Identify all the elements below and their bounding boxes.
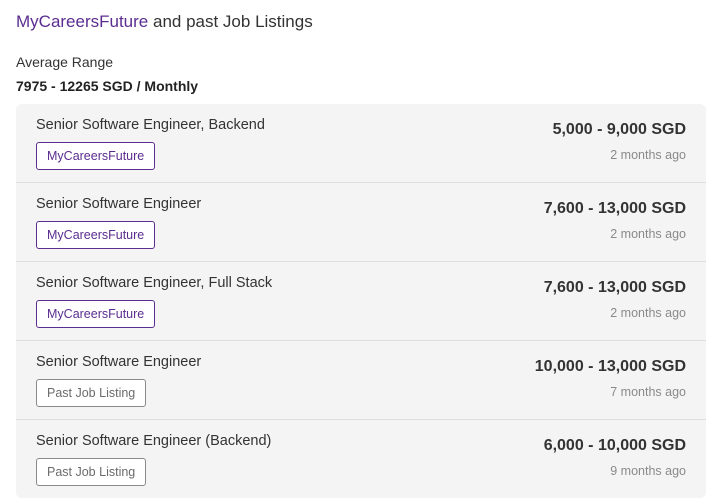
source-tag-mycareersfuture[interactable]: MyCareersFuture <box>36 221 156 249</box>
section-title: MyCareersFuture and past Job Listings <box>16 0 706 34</box>
job-listings-panel: MyCareersFuture and past Job Listings Av… <box>16 0 706 498</box>
brand-name: MyCareersFuture <box>16 12 149 31</box>
listing-row[interactable]: Senior Software Engineer, Backend MyCare… <box>16 104 706 183</box>
listing-row[interactable]: Senior Software Engineer MyCareersFuture… <box>16 183 706 262</box>
listing-list: Senior Software Engineer, Backend MyCare… <box>16 104 706 498</box>
average-range-label: Average Range <box>16 54 114 70</box>
listing-salary: 5,000 - 9,000 SGD <box>552 121 686 138</box>
listing-salary: 7,600 - 13,000 SGD <box>543 200 686 217</box>
average-range-value: 7975 - 12265 SGD / Monthly <box>16 78 199 94</box>
source-tag-past-listing[interactable]: Past Job Listing <box>36 379 147 407</box>
listing-row[interactable]: Senior Software Engineer Past Job Listin… <box>16 341 706 420</box>
section-title-rest: and past Job Listings <box>148 12 313 31</box>
listing-posted-time: 2 months ago <box>610 148 686 162</box>
listing-row[interactable]: Senior Software Engineer (Backend) Past … <box>16 420 706 498</box>
listing-title[interactable]: Senior Software Engineer (Backend) <box>36 431 271 451</box>
listing-title[interactable]: Senior Software Engineer, Full Stack <box>36 273 272 293</box>
listing-salary: 6,000 - 10,000 SGD <box>543 437 686 454</box>
listing-posted-time: 9 months ago <box>610 464 686 478</box>
listing-title[interactable]: Senior Software Engineer, Backend <box>36 115 265 135</box>
listing-posted-time: 2 months ago <box>610 306 686 320</box>
listing-posted-time: 7 months ago <box>610 385 686 399</box>
listing-title[interactable]: Senior Software Engineer <box>36 352 201 372</box>
listing-salary: 10,000 - 13,000 SGD <box>534 358 686 375</box>
listing-title[interactable]: Senior Software Engineer <box>36 194 201 214</box>
source-tag-past-listing[interactable]: Past Job Listing <box>36 458 147 486</box>
listing-posted-time: 2 months ago <box>610 227 686 241</box>
listing-salary: 7,600 - 13,000 SGD <box>543 279 686 296</box>
listing-row[interactable]: Senior Software Engineer, Full Stack MyC… <box>16 262 706 341</box>
source-tag-mycareersfuture[interactable]: MyCareersFuture <box>36 142 156 170</box>
source-tag-mycareersfuture[interactable]: MyCareersFuture <box>36 300 156 328</box>
